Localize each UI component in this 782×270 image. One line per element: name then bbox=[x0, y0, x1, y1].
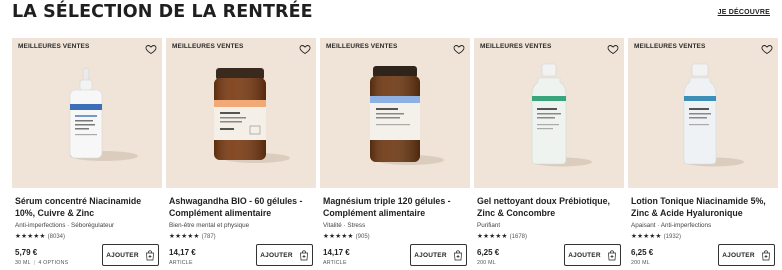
product-rating: ★★★★★ (1678) bbox=[477, 232, 527, 240]
supplement-jar-illustration bbox=[370, 66, 444, 165]
product-name[interactable]: Lotion Tonique Niacinamide 5%, Zinc & Ac… bbox=[631, 196, 777, 219]
options-count[interactable]: 4 OPTIONS bbox=[38, 260, 68, 266]
product-name[interactable]: Magnésium triple 120 gélules - Complémen… bbox=[323, 196, 469, 219]
shopping-bag-plus-icon bbox=[299, 249, 308, 260]
star-rating-icon: ★★★★★ bbox=[631, 233, 662, 240]
product-price: 14,17 € bbox=[323, 248, 350, 257]
product-unit: 30 ML | 4 OPTIONS bbox=[15, 260, 68, 266]
star-rating-icon: ★★★★★ bbox=[15, 233, 46, 240]
unit-size: 30 ML bbox=[15, 260, 31, 266]
product-unit: 200 ML bbox=[631, 260, 650, 266]
shopping-bag-plus-icon bbox=[145, 249, 154, 260]
product-card[interactable]: MEILLEURES VENTES Gel nettoyant doux Pré… bbox=[474, 38, 624, 270]
separator: | bbox=[33, 260, 36, 266]
review-count: (1678) bbox=[509, 234, 527, 240]
add-to-cart-button[interactable]: AJOUTER bbox=[564, 244, 621, 266]
shopping-bag-plus-icon bbox=[761, 249, 770, 260]
star-rating-icon: ★★★★★ bbox=[477, 233, 508, 240]
product-image[interactable]: MEILLEURES VENTES bbox=[12, 38, 162, 188]
section-header: LA SÉLECTION DE LA RENTRÉE JE DÉCOUVRE bbox=[12, 0, 770, 30]
serum-bottle-illustration bbox=[69, 67, 138, 161]
product-image[interactable]: MEILLEURES VENTES bbox=[474, 38, 624, 188]
product-unit: ARTICLE bbox=[323, 260, 347, 266]
add-to-cart-button[interactable]: AJOUTER bbox=[102, 244, 159, 266]
product-rating: ★★★★★ (8034) bbox=[15, 232, 65, 240]
product-price: 6,25 € bbox=[477, 248, 500, 257]
star-rating-icon: ★★★★★ bbox=[169, 233, 200, 240]
product-tags: Purifiant bbox=[477, 222, 501, 229]
product-rating: ★★★★★ (905) bbox=[323, 232, 370, 240]
product-card[interactable]: MEILLEURES VENTES bbox=[320, 38, 470, 270]
review-count: (787) bbox=[201, 234, 216, 240]
unit-size: ARTICLE bbox=[323, 260, 347, 266]
product-price: 14,17 € bbox=[169, 248, 196, 257]
cleanser-bottle-illustration bbox=[531, 63, 592, 167]
supplement-jar-illustration bbox=[214, 68, 290, 163]
star-rating-icon: ★★★★★ bbox=[323, 233, 354, 240]
unit-size: ARTICLE bbox=[169, 260, 193, 266]
add-to-cart-label: AJOUTER bbox=[568, 251, 601, 259]
shopping-bag-plus-icon bbox=[453, 249, 462, 260]
product-price: 5,79 € bbox=[15, 248, 38, 257]
add-to-cart-button[interactable]: AJOUTER bbox=[718, 244, 775, 266]
product-price: 6,25 € bbox=[631, 248, 654, 257]
product-unit: 200 ML bbox=[477, 260, 496, 266]
unit-size: 200 ML bbox=[477, 260, 496, 266]
add-to-cart-label: AJOUTER bbox=[260, 251, 293, 259]
add-to-cart-button[interactable]: AJOUTER bbox=[256, 244, 313, 266]
product-image[interactable]: MEILLEURES VENTES bbox=[320, 38, 470, 188]
product-image[interactable]: MEILLEURES VENTES bbox=[628, 38, 778, 188]
product-rating: ★★★★★ (787) bbox=[169, 232, 216, 240]
review-count: (8034) bbox=[47, 234, 65, 240]
product-carousel: MEILLEURES VENTES Sérum concentré Niacin… bbox=[12, 38, 782, 270]
product-name[interactable]: Ashwagandha BIO - 60 gélules - Complémen… bbox=[169, 196, 315, 219]
product-image[interactable]: MEILLEURES VENTES bbox=[166, 38, 316, 188]
product-tags: Anti-imperfections · Séborégulateur bbox=[15, 222, 115, 229]
product-tags: Bien-être mental et physique bbox=[169, 222, 250, 229]
add-to-cart-label: AJOUTER bbox=[722, 251, 755, 259]
section-title: LA SÉLECTION DE LA RENTRÉE bbox=[12, 2, 313, 22]
review-count: (905) bbox=[355, 234, 370, 240]
product-card[interactable]: MEILLEURES VENTES Lotion Tonique Niacina… bbox=[628, 38, 778, 270]
product-name[interactable]: Gel nettoyant doux Prébiotique, Zinc & C… bbox=[477, 196, 623, 219]
product-tags: Apaisant · Anti-imperfections bbox=[631, 222, 712, 229]
product-card[interactable]: MEILLEURES VENTES bbox=[166, 38, 316, 270]
discover-link[interactable]: JE DÉCOUVRE bbox=[718, 9, 770, 16]
shopping-bag-plus-icon bbox=[607, 249, 616, 260]
add-to-cart-label: AJOUTER bbox=[414, 251, 447, 259]
add-to-cart-button[interactable]: AJOUTER bbox=[410, 244, 467, 266]
product-rating: ★★★★★ (1932) bbox=[631, 232, 681, 240]
product-name[interactable]: Sérum concentré Niacinamide 10%, Cuivre … bbox=[15, 196, 161, 219]
review-count: (1932) bbox=[663, 234, 681, 240]
product-card[interactable]: MEILLEURES VENTES Sérum concentré Niacin… bbox=[12, 38, 162, 270]
product-unit: ARTICLE bbox=[169, 260, 193, 266]
toner-bottle-illustration bbox=[683, 63, 744, 167]
product-tags: Vitalité · Stress bbox=[323, 222, 366, 229]
add-to-cart-label: AJOUTER bbox=[106, 251, 139, 259]
unit-size: 200 ML bbox=[631, 260, 650, 266]
